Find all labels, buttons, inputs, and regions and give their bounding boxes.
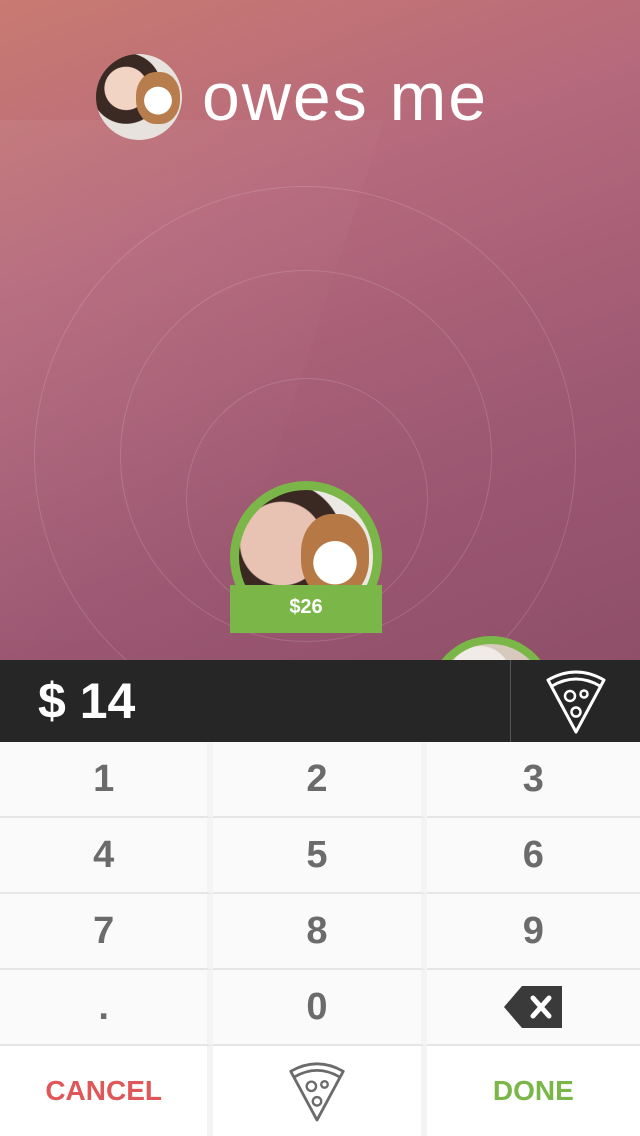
number-keypad: 1 2 3 4 5 6 7 8 9 . 0 <box>0 742 640 1046</box>
key-1[interactable]: 1 <box>0 742 214 818</box>
key-decimal[interactable]: . <box>0 970 214 1046</box>
key-9[interactable]: 9 <box>426 894 640 970</box>
avatar-dog <box>136 72 180 124</box>
key-3[interactable]: 3 <box>426 742 640 818</box>
key-2[interactable]: 2 <box>213 742 427 818</box>
friend-avatar[interactable] <box>96 54 182 140</box>
backspace-icon <box>504 986 563 1028</box>
page-title: owes me <box>202 59 489 135</box>
pizza-slice-icon <box>289 1062 345 1122</box>
key-4[interactable]: 4 <box>0 818 214 894</box>
key-6[interactable]: 6 <box>426 818 640 894</box>
amount-display: $ 14 <box>38 673 136 729</box>
action-bar: CANCEL DONE <box>0 1046 640 1136</box>
split-bill-screen: owes me $26 $ 14 1 2 3 4 5 6 7 8 9 . 0 C… <box>0 0 640 1136</box>
key-0[interactable]: 0 <box>213 970 427 1046</box>
done-button[interactable]: DONE <box>426 1046 640 1136</box>
amount-bar: $ 14 <box>0 660 640 742</box>
amount-divider <box>510 660 511 742</box>
key-backspace[interactable] <box>426 970 640 1046</box>
friend-bubble[interactable]: $26 <box>230 481 382 633</box>
page-header: owes me <box>96 54 488 140</box>
cancel-button[interactable]: CANCEL <box>0 1046 214 1136</box>
pizza-slice-icon[interactable] <box>544 666 608 736</box>
pizza-split-button[interactable] <box>213 1046 427 1136</box>
background-area: owes me $26 <box>0 0 640 660</box>
bubble-amount: $26 <box>230 585 382 633</box>
key-8[interactable]: 8 <box>213 894 427 970</box>
key-5[interactable]: 5 <box>213 818 427 894</box>
key-7[interactable]: 7 <box>0 894 214 970</box>
